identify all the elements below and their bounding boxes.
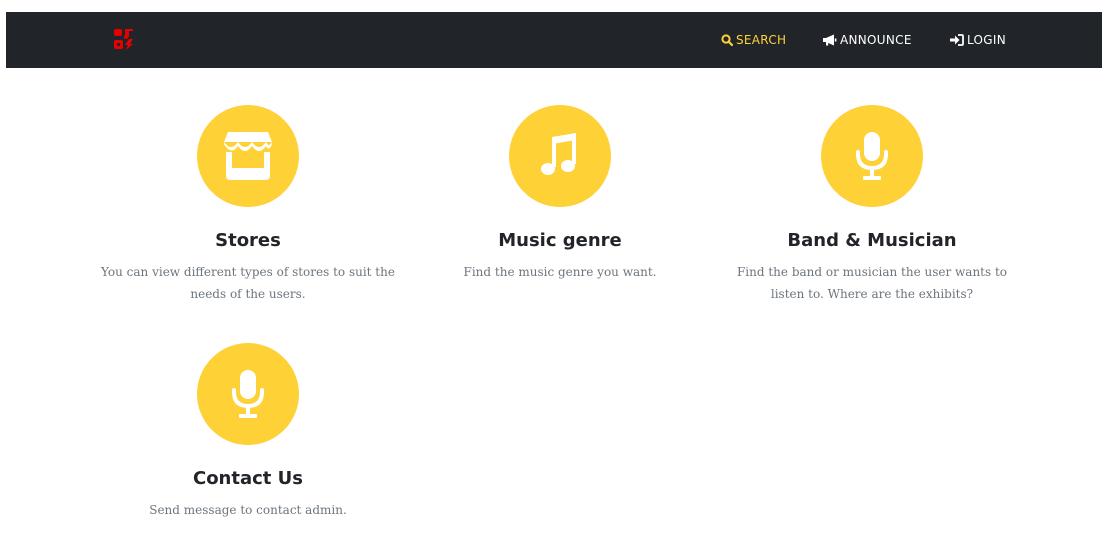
nav-search-link[interactable]: SEARCH xyxy=(721,31,786,49)
feature-description: Find the music genre you want. xyxy=(463,265,657,279)
feature-band-musician: Band & Musician Find the band or musicia… xyxy=(712,105,1032,305)
feature-icon-circle xyxy=(197,343,299,445)
store-icon xyxy=(224,132,272,180)
feature-stores: Stores You can view different types of s… xyxy=(88,105,408,305)
feature-description: You can view different types of stores t… xyxy=(101,265,395,301)
feature-title: Contact Us xyxy=(192,468,303,489)
feature-contact-us: Contact Us Send message to contact admin… xyxy=(88,343,408,521)
music-note-icon xyxy=(541,133,576,175)
feature-title: Band & Musician xyxy=(787,230,957,251)
microphone-icon xyxy=(232,370,264,418)
feature-title: Stores xyxy=(215,230,281,251)
feature-title: Music genre xyxy=(498,230,622,251)
feature-description: Find the band or musician the user wants… xyxy=(736,265,1008,301)
nav-search-label: SEARCH xyxy=(736,33,787,47)
nav-announce-label: ANNOUNCE xyxy=(840,33,912,47)
nav-login-label: LOGIN xyxy=(967,33,1007,47)
brand-logo-icon[interactable] xyxy=(113,28,135,50)
search-icon xyxy=(721,34,733,46)
feature-description: Send message to contact admin. xyxy=(149,503,347,517)
microphone-icon xyxy=(856,132,888,180)
feature-icon-circle xyxy=(197,105,299,207)
feature-icon-circle xyxy=(821,105,923,207)
nav-login-link[interactable]: LOGIN xyxy=(950,31,1006,49)
megaphone-icon xyxy=(823,34,837,46)
top-navbar: SEARCH ANNOUNCE LOGIN xyxy=(6,12,1102,68)
feature-icon-circle xyxy=(509,105,611,207)
nav-announce-link[interactable]: ANNOUNCE xyxy=(822,31,912,49)
feature-music-genre: Music genre Find the music genre you wan… xyxy=(400,105,720,283)
sign-in-icon xyxy=(950,34,964,46)
